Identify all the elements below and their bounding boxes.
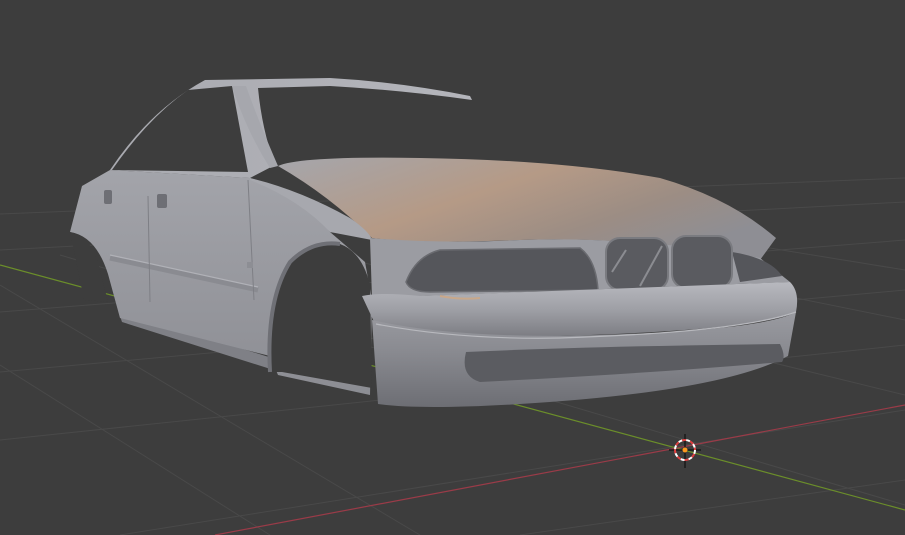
viewport-scene[interactable] [0,0,905,535]
3d-viewport[interactable] [0,0,905,535]
x-axis-line [214,404,905,535]
3d-cursor-icon[interactable] [669,434,701,468]
car-body-mesh[interactable] [70,78,798,407]
